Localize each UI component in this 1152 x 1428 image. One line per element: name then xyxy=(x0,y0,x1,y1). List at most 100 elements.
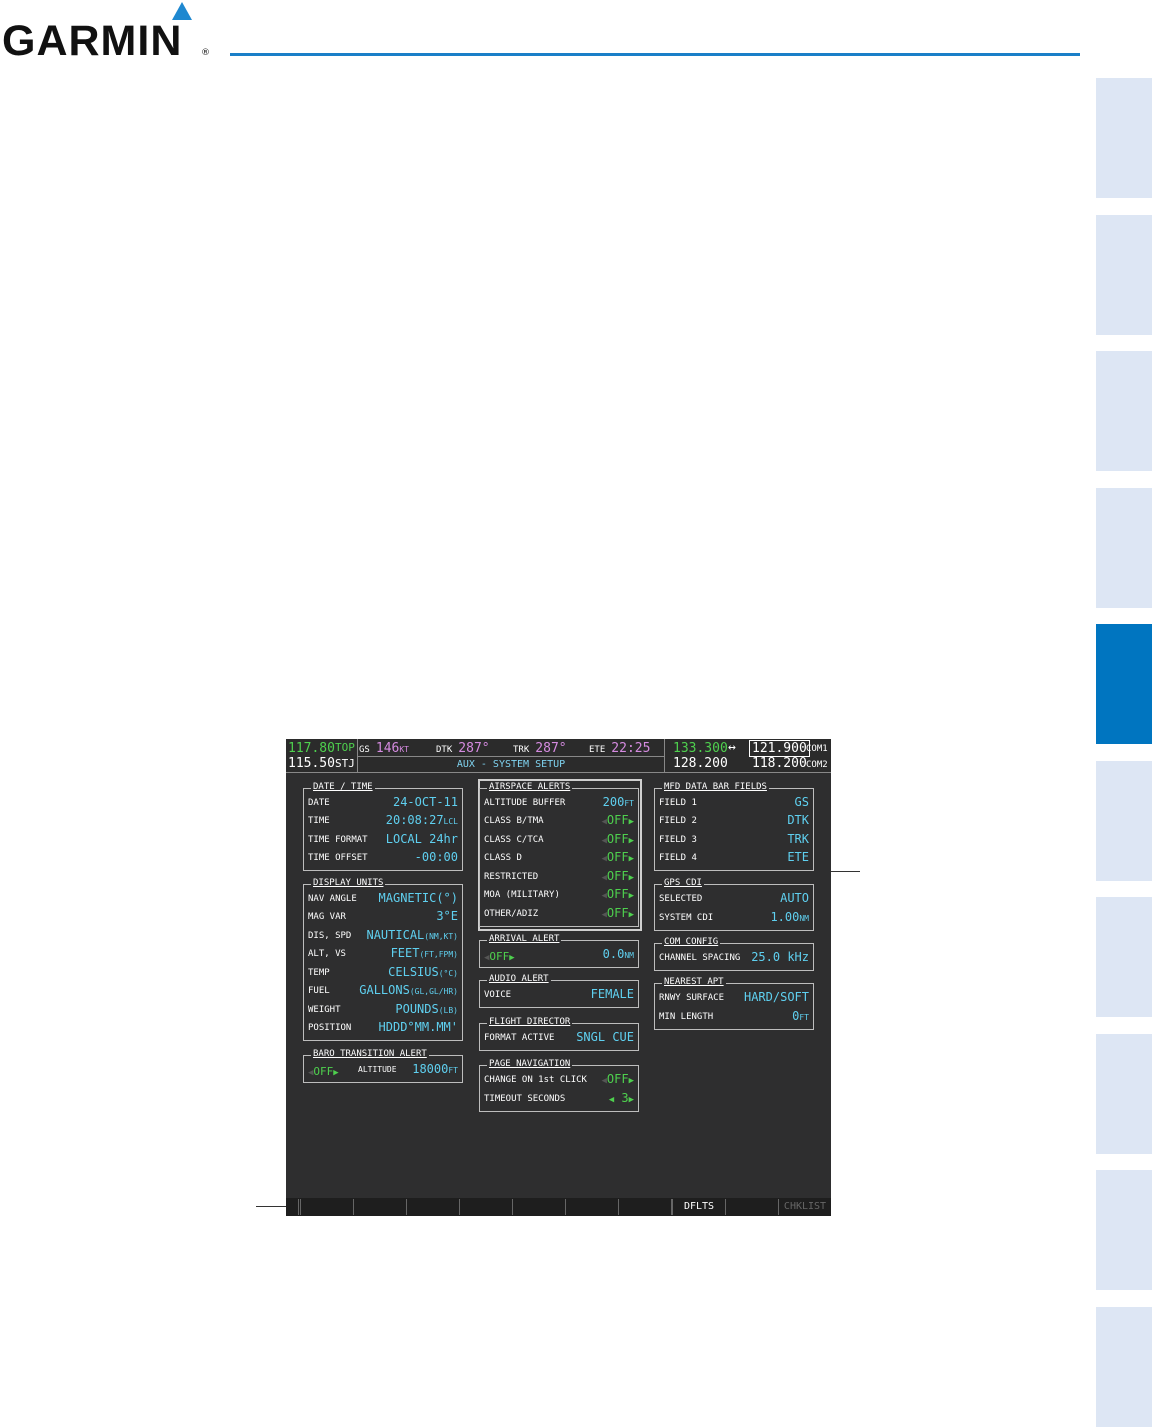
change-on-first-click-row[interactable]: CHANGE ON 1st CLICK ◀OFF▶ xyxy=(484,1072,634,1088)
mfd-data-bar-fields-title: MFD DATA BAR FIELDS xyxy=(662,782,769,792)
page-navigation-title: PAGE NAVIGATION xyxy=(487,1059,573,1069)
date-row[interactable]: DATE 24-OCT-11 xyxy=(308,795,458,811)
timeout-seconds-row[interactable]: TIMEOUT SECONDS ◀ 3▶ xyxy=(484,1091,634,1107)
dis-spd-row[interactable]: DIS, SPD NAUTICAL(NM,KT) xyxy=(308,928,458,944)
data-field-gs: GS 146KT xyxy=(359,741,409,756)
restricted-row[interactable]: RESTRICTED ◀OFF▶ xyxy=(484,869,634,885)
com1-selected-frequency[interactable]: 121.900 xyxy=(749,740,810,757)
gps-cdi-box: GPS CDI SELECTED AUTO SYSTEM CDI 1.00NM xyxy=(654,878,814,931)
softkey-7[interactable] xyxy=(618,1199,672,1215)
display-units-title: DISPLAY UNITS xyxy=(311,878,386,888)
section-tab-5-active[interactable] xyxy=(1096,624,1152,744)
arrival-alert-box: ARRIVAL ALERT ◀OFF▶ 0.0NM xyxy=(479,934,639,968)
rnwy-surface-row[interactable]: RNWY SURFACE HARD/SOFT xyxy=(659,990,809,1006)
softkey-4[interactable] xyxy=(459,1199,513,1215)
softkey-6[interactable] xyxy=(565,1199,619,1215)
arrival-alert-row[interactable]: ◀OFF▶ 0.0NM xyxy=(484,947,634,963)
baro-transition-alert-box: BARO TRANSITION ALERT ◀OFF▶ ALTITUDE 180… xyxy=(303,1049,463,1083)
baro-transition-alert-title: BARO TRANSITION ALERT xyxy=(311,1049,429,1059)
data-field-ete: ETE 22:25 xyxy=(589,741,651,756)
com2-id: COM2 xyxy=(806,760,828,770)
audio-alert-title: AUDIO ALERT xyxy=(487,974,551,984)
com-config-box: COM CONFIG CHANNEL SPACING 25.0 kHz xyxy=(654,937,814,971)
nav-angle-row[interactable]: NAV ANGLE MAGNETIC(°) xyxy=(308,891,458,907)
com-frequency-box[interactable]: 133.300 ↔ 121.900 COM1 128.200 118.200 C… xyxy=(664,739,831,772)
baro-alert-row[interactable]: ◀OFF▶ ALTITUDE 18000FT xyxy=(308,1062,458,1078)
display-units-box: DISPLAY UNITS NAV ANGLE MAGNETIC(°) MAG V… xyxy=(303,878,463,1041)
softkey-dflts[interactable]: DFLTS xyxy=(672,1199,726,1215)
voice-row[interactable]: VOICE FEMALE xyxy=(484,987,634,1003)
page-title: AUX - SYSTEM SETUP xyxy=(358,756,664,772)
format-active-row[interactable]: FORMAT ACTIVE SNGL CUE xyxy=(484,1030,634,1046)
header-rule xyxy=(230,53,1080,56)
position-row[interactable]: POSITION HDDD°MM.MM' xyxy=(308,1020,458,1036)
field-2-row[interactable]: FIELD 2 DTK xyxy=(659,813,809,829)
other-adiz-row[interactable]: OTHER/ADIZ ◀OFF▶ xyxy=(484,906,634,922)
flight-director-box: FLIGHT DIRECTOR FORMAT ACTIVE SNGL CUE xyxy=(479,1017,639,1051)
fuel-row[interactable]: FUEL GALLONS(GL,GL/HR) xyxy=(308,983,458,999)
data-field-dtk: DTK 287° xyxy=(436,741,490,756)
audio-alert-box: AUDIO ALERT VOICE FEMALE xyxy=(479,974,639,1008)
moa-military-row[interactable]: MOA (MILITARY) ◀OFF▶ xyxy=(484,887,634,903)
nav-frequency-box[interactable]: 117.80 TOP 115.50 STJ xyxy=(286,739,358,772)
alt-vs-row[interactable]: ALT, VS FEET(FT,FPM) xyxy=(308,946,458,962)
class-c-tca-row[interactable]: CLASS C/TCA ◀OFF▶ xyxy=(484,832,634,848)
altitude-buffer-row[interactable]: ALTITUDE BUFFER 200FT xyxy=(484,795,634,811)
mfd-data-bar-fields-box: MFD DATA BAR FIELDS FIELD 1 GS FIELD 2 DTK… xyxy=(654,782,814,871)
system-cdi-row[interactable]: SYSTEM CDI 1.00NM xyxy=(659,910,809,926)
selected-row[interactable]: SELECTED AUTO xyxy=(659,891,809,907)
class-d-row[interactable]: CLASS D ◀OFF▶ xyxy=(484,850,634,866)
section-tab-2[interactable] xyxy=(1096,215,1152,335)
section-tab-8[interactable] xyxy=(1096,1034,1152,1154)
softkey-5[interactable] xyxy=(512,1199,566,1215)
nav-standby-id: STJ xyxy=(335,757,355,770)
temp-row[interactable]: TEMP CELSIUS(°C) xyxy=(308,965,458,981)
softkey-1[interactable] xyxy=(300,1199,354,1215)
arrival-alert-title: ARRIVAL ALERT xyxy=(487,934,562,944)
right-arrow-icon: ▶ xyxy=(333,1068,339,1078)
field-1-row[interactable]: FIELD 1 GS xyxy=(659,795,809,811)
flight-director-title: FLIGHT DIRECTOR xyxy=(487,1017,573,1027)
airspace-alerts-box: AIRSPACE ALERTS ALTITUDE BUFFER 200FT CLA… xyxy=(479,782,639,927)
gps-cdi-title: GPS CDI xyxy=(662,878,704,888)
section-tab-6[interactable] xyxy=(1096,761,1152,881)
section-tab-4[interactable] xyxy=(1096,488,1152,608)
transfer-arrow-icon: ↔ xyxy=(728,740,736,755)
section-tab-9[interactable] xyxy=(1096,1170,1152,1290)
section-tab-10[interactable] xyxy=(1096,1307,1152,1427)
time-row[interactable]: TIME 20:08:27LCL xyxy=(308,813,458,829)
field-3-row[interactable]: FIELD 3 TRK xyxy=(659,832,809,848)
min-length-row[interactable]: MIN LENGTH 0FT xyxy=(659,1009,809,1025)
softkey-2[interactable] xyxy=(353,1199,407,1215)
logo-triangle-icon xyxy=(172,2,192,20)
class-b-tma-row[interactable]: CLASS B/TMA ◀OFF▶ xyxy=(484,813,634,829)
section-tab-3[interactable] xyxy=(1096,351,1152,471)
section-tab-1[interactable] xyxy=(1096,78,1152,198)
nav-standby-frequency: 115.50 xyxy=(288,756,335,771)
softkey-10[interactable] xyxy=(725,1199,779,1215)
com2-standby-frequency: 118.200 xyxy=(752,756,807,771)
softkey-chklist[interactable]: CHKLIST xyxy=(778,1199,831,1215)
channel-spacing-row[interactable]: CHANNEL SPACING 25.0 kHz xyxy=(659,950,809,966)
time-format-row[interactable]: TIME FORMAT LOCAL 24hr xyxy=(308,832,458,848)
page-navigation-box: PAGE NAVIGATION CHANGE ON 1st CLICK ◀OFF▶… xyxy=(479,1059,639,1112)
nav-active-frequency: 117.80 xyxy=(288,741,335,756)
softkey-bar: DFLTS CHKLIST xyxy=(286,1198,831,1216)
softkey-3[interactable] xyxy=(406,1199,460,1215)
garmin-logo: GARMIN xyxy=(2,17,183,65)
date-time-title: DATE / TIME xyxy=(311,782,375,792)
com1-active-frequency: 133.300 xyxy=(673,741,728,756)
navigation-data-fields: GS 146KT DTK 287° TRK 287° ETE 22:25 xyxy=(358,739,664,756)
airspace-alerts-title: AIRSPACE ALERTS xyxy=(487,782,573,792)
registered-mark: ® xyxy=(201,48,210,58)
section-tab-7[interactable] xyxy=(1096,897,1152,1017)
top-bar: 117.80 TOP 115.50 STJ GS 146KT DTK 287° … xyxy=(286,739,831,773)
date-time-box: DATE / TIME DATE 24-OCT-11 TIME 20:08:27LC… xyxy=(303,782,463,871)
nearest-apt-title: NEAREST APT xyxy=(662,977,726,987)
weight-row[interactable]: WEIGHT POUNDS(LB) xyxy=(308,1002,458,1018)
field-4-row[interactable]: FIELD 4 ETE xyxy=(659,850,809,866)
time-offset-row[interactable]: TIME OFFSET -00:00 xyxy=(308,850,458,866)
data-field-trk: TRK 287° xyxy=(513,741,567,756)
mag-var-row[interactable]: MAG VAR 3°E xyxy=(308,909,458,925)
nearest-apt-box: NEAREST APT RNWY SURFACE HARD/SOFT MIN LE… xyxy=(654,977,814,1030)
